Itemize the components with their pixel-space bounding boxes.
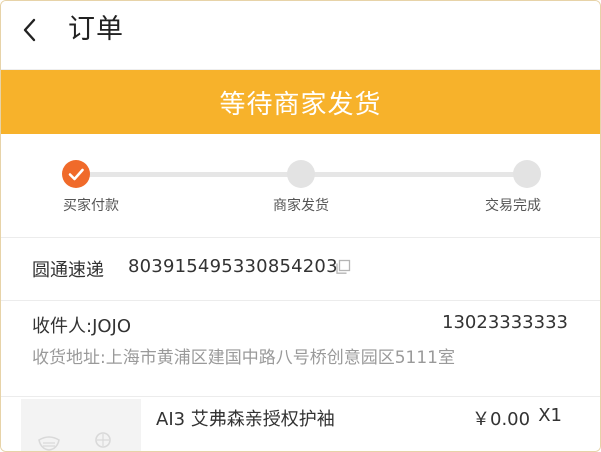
recipient-address: 收货地址:上海市黄浦区建国中路八号桥创意园区5111室 — [32, 348, 455, 368]
order-status-banner: 等待商家发货 — [1, 70, 600, 134]
courier-name: 圆通速递 — [32, 260, 104, 281]
step-completed-label: 交易完成 — [485, 198, 541, 214]
product-thumbnail — [21, 399, 141, 451]
step-completed-dot — [513, 160, 541, 188]
recipient-phone: 13023333333 — [442, 312, 568, 333]
back-button[interactable] — [15, 13, 49, 47]
copy-icon[interactable] — [335, 259, 351, 275]
step-shipped-dot — [287, 160, 315, 188]
product-name: AI3 艾弗森亲授权护袖 — [156, 409, 335, 430]
product-quantity: X1 — [538, 405, 562, 426]
step-paid-dot — [62, 160, 90, 188]
page-title: 订单 — [68, 14, 124, 45]
product-price: ￥0.00 — [472, 409, 531, 430]
header-bar: 订单 — [1, 1, 600, 70]
check-icon — [62, 160, 90, 188]
shipment-info: 圆通速递 803915495330854203 — [1, 238, 600, 300]
order-detail-screen: 订单 等待商家发货 买家付款 商家发货 交易完成 圆通速递 8039154953… — [0, 0, 601, 452]
step-paid-label: 买家付款 — [63, 198, 119, 214]
order-status-text: 等待商家发货 — [219, 89, 382, 120]
tracking-number: 803915495330854203 — [128, 256, 338, 277]
recipient-info: 收件人:JOJO 13023333333 收货地址:上海市黄浦区建国中路八号桥创… — [1, 301, 600, 396]
product-row[interactable]: AI3 艾弗森亲授权护袖 ￥0.00 X1 — [1, 397, 600, 451]
step-shipped-label: 商家发货 — [273, 198, 329, 214]
recipient-name: 收件人:JOJO — [32, 316, 132, 337]
chevron-left-icon — [15, 13, 49, 47]
order-progress: 买家付款 商家发货 交易完成 — [1, 134, 600, 237]
